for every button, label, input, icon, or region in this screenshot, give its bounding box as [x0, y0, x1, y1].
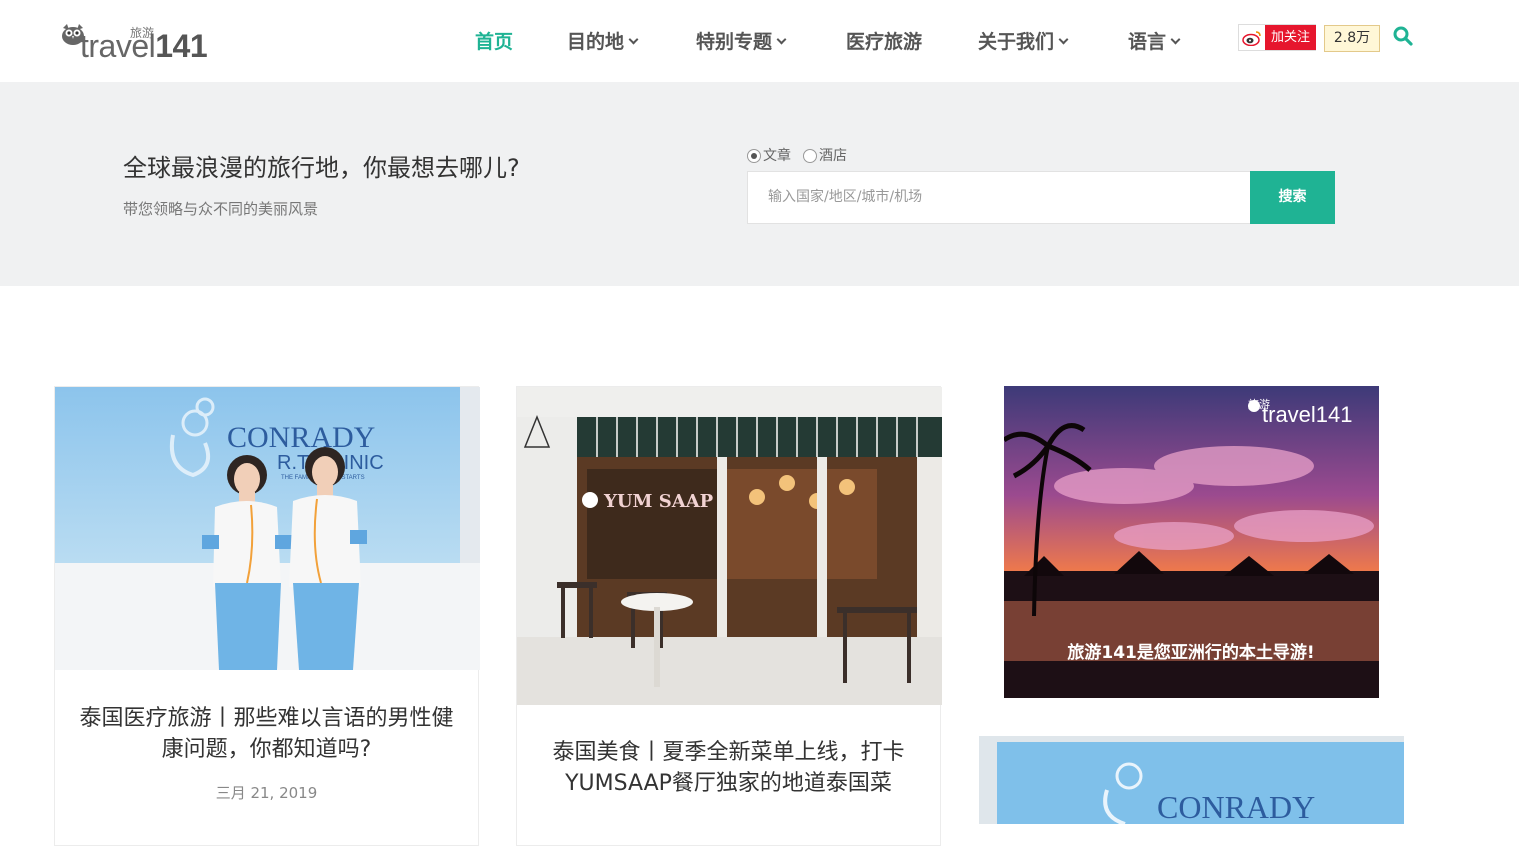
- weibo-follow-label: 加关注: [1265, 25, 1316, 50]
- logo-text: travel141: [80, 28, 208, 64]
- sidebar-ad-banner[interactable]: 旅游 travel141 旅游141是您亚洲行的本土导游!: [1004, 386, 1379, 698]
- article-image[interactable]: YUM SAAP: [517, 387, 942, 705]
- article-date: 三月 21, 2019: [215, 784, 318, 802]
- logo-number: 141: [155, 28, 208, 64]
- nav-label: 关于我们: [978, 31, 1055, 53]
- image-text-conrady: CONRADY: [227, 421, 375, 454]
- article-card[interactable]: YUM SAAP 泰国美食丨夏季全新菜单上线，打卡YUMSAAP餐厅独家的地道泰…: [516, 386, 942, 846]
- ad-image-text: CONRADY: [1157, 789, 1315, 824]
- weibo-icon: [1242, 31, 1261, 46]
- search-type-hotels[interactable]: 酒店: [803, 145, 847, 165]
- radio-unchecked[interactable]: [803, 149, 817, 163]
- search-icon[interactable]: [1393, 26, 1413, 46]
- nav-item-medical-tourism[interactable]: 医疗旅游: [846, 28, 922, 58]
- article-title[interactable]: 泰国医疗旅游丨那些难以言语的男性健康问题，你都知道吗?: [75, 703, 458, 765]
- nav-label: 目的地: [567, 31, 625, 53]
- site-header: 旅游 travel141 首页 目的地 特别专题 医疗旅游 关于我们 语言 加关…: [0, 0, 1519, 82]
- chevron-down-icon: [628, 34, 639, 45]
- nav-item-destinations[interactable]: 目的地: [567, 28, 639, 58]
- hero-search-section: 全球最浪漫的旅行地，你最想去哪儿? 带您领略与众不同的美丽风景 文章 酒店 输入国…: [0, 82, 1519, 286]
- radio-label: 文章: [763, 148, 791, 164]
- chevron-down-icon: [776, 34, 787, 45]
- nav-item-about-us[interactable]: 关于我们: [978, 28, 1069, 58]
- radio-label: 酒店: [819, 148, 847, 164]
- restaurant-photo: YUM SAAP: [517, 387, 942, 705]
- weibo-fans-count: 2.8万: [1324, 25, 1380, 52]
- nav-item-special-topics[interactable]: 特别专题: [696, 28, 787, 58]
- weibo-follow-button[interactable]: 加关注: [1238, 24, 1316, 51]
- nav-label: 特别专题: [696, 31, 773, 53]
- chevron-down-icon: [1058, 34, 1069, 45]
- nav-label: 首页: [475, 31, 514, 53]
- clinic-ad-image: CONRADY: [979, 736, 1404, 824]
- nav-label: 医疗旅游: [846, 31, 923, 53]
- nav-label: 语言: [1128, 31, 1167, 53]
- search-button[interactable]: 搜索: [1250, 171, 1335, 224]
- search-type-radio-group: 文章 酒店: [747, 145, 859, 165]
- article-image[interactable]: CONRADY R.T. CLINIC THE FAMILY BEGINS ST…: [55, 387, 480, 670]
- nav-item-home[interactable]: 首页: [475, 28, 513, 58]
- hero-title: 全球最浪漫的旅行地，你最想去哪儿?: [123, 154, 520, 182]
- hero-subtitle: 带您领略与众不同的美丽风景: [123, 200, 319, 218]
- logo-brand: travel: [80, 28, 156, 64]
- site-logo[interactable]: 旅游 travel141: [58, 18, 228, 64]
- image-text-yumsaap: YUM SAAP: [603, 491, 714, 512]
- sidebar-ad-clinic[interactable]: CONRADY: [979, 736, 1404, 824]
- chevron-down-icon: [1170, 34, 1181, 45]
- ad-logo-brand: travel141: [1262, 402, 1353, 427]
- ad-caption: 旅游141是您亚洲行的本土导游!: [1067, 642, 1314, 663]
- sunset-ad-image: 旅游 travel141 旅游141是您亚洲行的本土导游!: [1004, 386, 1379, 698]
- search-input[interactable]: 输入国家/地区/城市/机场: [747, 171, 1251, 224]
- article-title[interactable]: 泰国美食丨夏季全新菜单上线，打卡YUMSAAP餐厅独家的地道泰国菜: [537, 737, 920, 799]
- search-type-articles[interactable]: 文章: [747, 145, 791, 165]
- article-card[interactable]: CONRADY R.T. CLINIC THE FAMILY BEGINS ST…: [54, 386, 480, 846]
- radio-checked[interactable]: [747, 149, 761, 163]
- clinic-photo: CONRADY R.T. CLINIC THE FAMILY BEGINS ST…: [55, 387, 480, 670]
- nav-item-language[interactable]: 语言: [1128, 28, 1181, 58]
